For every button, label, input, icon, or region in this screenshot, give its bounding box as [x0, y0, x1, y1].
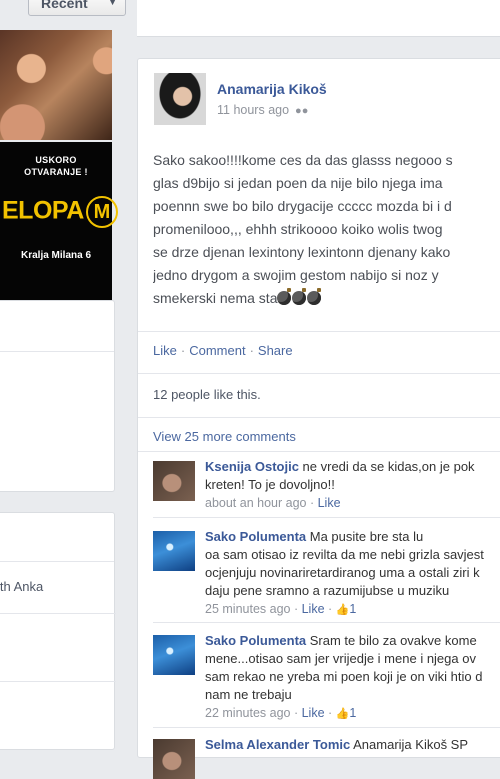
sidebar-panel-1: [0, 300, 115, 492]
sidebar-panel-2-header: [0, 513, 114, 562]
divider: [138, 451, 500, 452]
comment-like-link[interactable]: Like: [302, 602, 325, 616]
commenter-avatar[interactable]: [153, 461, 195, 501]
ad-coming-line2: OTVARANJE !: [24, 167, 88, 177]
comment-time[interactable]: 25 minutes ago: [205, 602, 290, 616]
comment-text: nam ne trebaju: [205, 687, 292, 702]
friends-icon[interactable]: ●●: [295, 105, 308, 117]
divider: [138, 331, 500, 332]
separator-dot: ·: [249, 343, 254, 358]
comment-text: mene...otisao sam jer vrijedje i mene i …: [205, 651, 476, 666]
divider: [138, 373, 500, 374]
post-message: Sako sakoo!!!!kome ces da das glasss neg…: [153, 149, 500, 310]
chevron-down-icon: ▼: [108, 0, 117, 7]
previous-story-bottom: [137, 0, 500, 37]
bomb-emoticon-icon: [292, 288, 307, 305]
comment-time[interactable]: 22 minutes ago: [205, 706, 290, 720]
divider: [138, 417, 500, 418]
recent-sort-button[interactable]: Recent ▼: [28, 0, 126, 16]
comment-text: ocjenjuju novinariretardiranog uma a ost…: [205, 565, 480, 580]
bomb-emoticon-icon: [307, 288, 322, 305]
post-text-line: poennn swe bo bilo drygacije ccccc mozda…: [153, 198, 452, 214]
thumbs-up-icon[interactable]: 👍: [336, 604, 350, 616]
feed-post: Anamarija Kikoš 11 hours ago ●● Sako sako…: [137, 58, 500, 779]
sidebar-panel-1-header: [0, 301, 114, 352]
comment-line: Ksenija Ostojic ne vredi da se kidas,on …: [205, 458, 500, 476]
comment-like-count[interactable]: 1: [349, 706, 356, 720]
sidebar-friend-text[interactable]: ith Anka: [0, 579, 43, 594]
post-text-line: Sako sakoo!!!!kome ces da das glasss neg…: [153, 152, 453, 168]
separator-dot: ·: [180, 343, 186, 358]
recent-label: Recent: [41, 0, 88, 11]
post-text-line: glas d9bijo si jedan poen da nije bilo n…: [153, 175, 443, 191]
commenter-name[interactable]: Sako Polumenta: [205, 633, 306, 648]
ad-logo-text: ELOPA: [2, 196, 84, 225]
author-avatar[interactable]: [154, 73, 206, 125]
divider: [153, 727, 500, 728]
comment-body: Sako Polumenta Sram te bilo za ovakve ko…: [205, 632, 500, 723]
comment-link[interactable]: Comment: [189, 343, 245, 358]
comment-like-link[interactable]: Like: [318, 496, 341, 510]
like-link[interactable]: Like: [153, 343, 177, 358]
comment-text: Sram te bilo za ovakve kome: [309, 633, 477, 648]
ad-photo-image[interactable]: [0, 30, 112, 140]
commenter-avatar[interactable]: [153, 531, 195, 571]
comment-time[interactable]: about an hour ago: [205, 496, 306, 510]
divider: [153, 517, 500, 518]
commenter-name[interactable]: Sako Polumenta: [205, 529, 306, 544]
comment-body: Sako Polumenta Ma pusite bre sta lu oa s…: [205, 528, 500, 619]
commenter-avatar[interactable]: [153, 635, 195, 675]
comment-text: oa sam otisao iz revilta da me nebi griz…: [205, 547, 484, 562]
commenter-avatar[interactable]: [153, 739, 195, 779]
comment-text: daju pene sramno a razumijubse u muziku: [205, 583, 450, 598]
ad-coming-line1: USKORO: [35, 155, 77, 165]
comment-text: sam rekao ne yreba mi poen koji je on vi…: [205, 669, 483, 684]
comment-like-count[interactable]: 1: [349, 602, 356, 616]
view-more-comments-link[interactable]: View 25 more comments: [153, 429, 296, 444]
comment-meta: about an hour ago · Like: [205, 496, 341, 510]
post-text-line: se drze djenan lexintony lexintonn djena…: [153, 244, 451, 260]
ad-address: Kralja Milana 6: [20, 250, 92, 261]
post-meta: 11 hours ago ●●: [217, 103, 308, 117]
post-text-end: smekerski nema sta: [153, 290, 278, 306]
sidebar-panel-2: ith Anka: [0, 512, 116, 750]
post-text-line: jedno drygom a swojim gestom nabijo si n…: [153, 267, 439, 283]
divider: [0, 681, 116, 682]
comment-meta: 22 minutes ago · Like · 👍1: [205, 706, 357, 720]
comment-text: kreten! To je dovoljno!!: [205, 477, 335, 492]
commenter-name[interactable]: Ksenija Ostojic: [205, 459, 299, 474]
post-text-line-last: smekerski nema sta: [153, 287, 500, 310]
comment-line: Selma Alexander Tomic Anamarija Kikoš SP: [205, 736, 500, 754]
divider: [0, 613, 116, 614]
comment-line: Sako Polumenta Sram te bilo za ovakve ko…: [205, 632, 500, 650]
bomb-emoticon-icon: [277, 288, 292, 305]
share-link[interactable]: Share: [258, 343, 293, 358]
comment-text: ne vredi da se kidas,on je pok: [302, 459, 475, 474]
post-time[interactable]: 11 hours ago: [217, 103, 289, 117]
ad-logo: ELOPA M: [0, 196, 118, 228]
ad-logo-m-icon: M: [85, 196, 118, 228]
comment-meta: 25 minutes ago · Like · 👍1: [205, 602, 357, 616]
post-actions: Like · Comment · Share: [153, 343, 293, 358]
likes-summary[interactable]: 12 people like this.: [153, 387, 261, 402]
comment-line: Sako Polumenta Ma pusite bre sta lu: [205, 528, 500, 546]
divider: [153, 622, 500, 623]
comment-like-link[interactable]: Like: [302, 706, 325, 720]
comment-text: Ma pusite bre sta lu: [309, 529, 424, 544]
comment-body: Ksenija Ostojic ne vredi da se kidas,on …: [205, 458, 500, 512]
post-author[interactable]: Anamarija Kikoš: [217, 81, 327, 97]
comment-body: Selma Alexander Tomic Anamarija Kikoš SP: [205, 736, 500, 754]
post-text-line: promeniloоо,,, ehhh strikoooo koiko woli…: [153, 221, 443, 237]
ad-banner[interactable]: USKORO OTVARANJE ! ELOPA M Kralja Milana …: [0, 142, 118, 308]
ad-coming-soon: USKORO OTVARANJE !: [0, 154, 112, 178]
thumbs-up-icon[interactable]: 👍: [336, 708, 350, 720]
